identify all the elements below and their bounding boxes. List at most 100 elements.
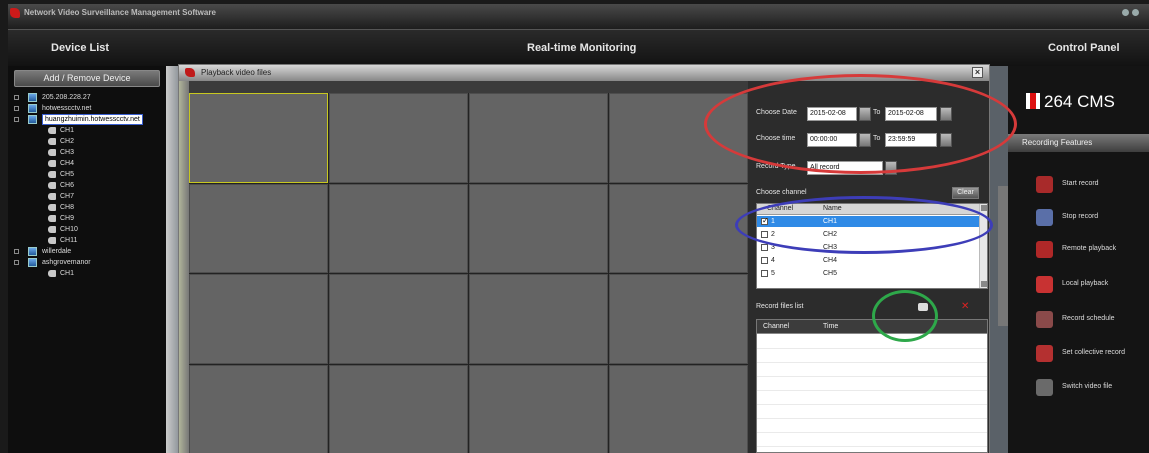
scroll-down-icon[interactable]: [981, 281, 987, 287]
cms-logo: 264 CMS: [1026, 92, 1115, 112]
tree-device-node[interactable]: ashgrovemanor: [12, 257, 166, 268]
feature-label: Stop record: [1062, 213, 1099, 220]
dialog-close-button[interactable]: ×: [972, 67, 983, 78]
video-cell[interactable]: [469, 93, 608, 183]
tree-channel-node[interactable]: CH3: [12, 147, 166, 158]
record-row-divider: [757, 390, 987, 391]
tree-channel-node[interactable]: CH9: [12, 213, 166, 224]
camera-icon: [48, 226, 56, 233]
channel-checkbox[interactable]: [761, 270, 768, 277]
record-row-divider: [757, 362, 987, 363]
clear-button[interactable]: Clear: [952, 187, 979, 199]
video-cell[interactable]: [469, 364, 608, 453]
device-icon: [28, 93, 37, 102]
scroll-up-icon[interactable]: [981, 205, 987, 211]
expand-toggle-icon[interactable]: [14, 95, 19, 100]
record-row-divider: [757, 418, 987, 419]
channel-name: CH5: [823, 270, 838, 277]
dialog-left-edge: [179, 81, 189, 453]
channel-row[interactable]: 5 CH5: [757, 268, 979, 279]
recording-features-header[interactable]: Recording Features: [1008, 134, 1149, 152]
device-tree: 205.208.228.27 hotwesscctv.net huangzhuimi…: [12, 92, 166, 279]
video-cell[interactable]: [329, 93, 468, 183]
video-cell[interactable]: [189, 93, 328, 183]
record-time-col-header[interactable]: Time: [823, 320, 838, 334]
video-cell[interactable]: [609, 183, 748, 273]
tree-channel-node[interactable]: CH2: [12, 136, 166, 147]
control-panel: 264 CMS Recording Features Start record S…: [1008, 66, 1149, 453]
video-cell[interactable]: [469, 183, 608, 273]
delete-icon[interactable]: ✕: [961, 301, 969, 312]
close-window-icon[interactable]: [1132, 9, 1139, 16]
feature-label: Remote playback: [1062, 245, 1117, 252]
device-icon: [28, 104, 37, 113]
tree-channel-node[interactable]: CH1: [12, 268, 166, 279]
tree-node-label: CH6: [60, 182, 75, 189]
tree-channel-node[interactable]: CH11: [12, 235, 166, 246]
tree-node-label: CH1: [60, 270, 75, 277]
video-cell[interactable]: [189, 183, 328, 273]
tree-node-label: huangzhuimin.hotwesscctv.net: [42, 114, 143, 125]
video-cell[interactable]: [609, 364, 748, 453]
tree-node-label: ashgrovemanor: [42, 259, 91, 266]
tree-channel-node[interactable]: CH4: [12, 158, 166, 169]
camera-icon: [48, 193, 56, 200]
minimize-icon[interactable]: [1122, 9, 1129, 16]
channel-checkbox[interactable]: [761, 257, 768, 264]
add-remove-device-button[interactable]: Add / Remove Device: [14, 70, 160, 87]
video-cell[interactable]: [189, 364, 328, 453]
blue-annotation-ellipse: [735, 196, 993, 254]
camera-icon: [48, 171, 56, 178]
tree-node-label: hotwesscctv.net: [42, 105, 92, 112]
video-cell[interactable]: [609, 274, 748, 364]
channel-number: 5: [771, 270, 775, 277]
collective-record-icon: [1036, 345, 1053, 362]
tree-node-label: CH7: [60, 193, 75, 200]
tree-channel-node[interactable]: CH10: [12, 224, 166, 235]
expand-toggle-icon[interactable]: [14, 117, 19, 122]
tree-channel-node[interactable]: CH5: [12, 169, 166, 180]
video-cell[interactable]: [329, 364, 468, 453]
tree-channel-node[interactable]: CH6: [12, 180, 166, 191]
channel-checkbox[interactable]: [761, 244, 768, 251]
video-cell[interactable]: [189, 274, 328, 364]
app-title: Network Video Surveillance Management So…: [24, 8, 216, 17]
camera-icon: [48, 215, 56, 222]
expand-toggle-icon[interactable]: [14, 249, 19, 254]
expand-toggle-icon[interactable]: [14, 106, 19, 111]
video-cell[interactable]: [329, 274, 468, 364]
tree-channel-node[interactable]: CH1: [12, 125, 166, 136]
tree-device-node[interactable]: hotwesscctv.net: [12, 103, 166, 114]
feature-label: Start record: [1062, 180, 1099, 187]
feature-label: Record schedule: [1062, 315, 1115, 322]
record-schedule-icon: [1036, 311, 1053, 328]
start-record-icon: [1036, 176, 1053, 193]
channel-row[interactable]: 4 CH4: [757, 255, 979, 266]
record-row-divider: [757, 432, 987, 433]
tab-realtime-monitoring[interactable]: Real-time Monitoring: [527, 42, 636, 54]
tree-channel-node[interactable]: CH8: [12, 202, 166, 213]
app-logo-icon: [10, 8, 20, 18]
window-titlebar: Network Video Surveillance Management So…: [8, 4, 1149, 30]
remote-playback-icon: [1036, 241, 1053, 258]
tree-device-node[interactable]: 205.208.228.27: [12, 92, 166, 103]
camera-icon: [48, 138, 56, 145]
camera-icon: [48, 149, 56, 156]
tree-channel-node[interactable]: CH7: [12, 191, 166, 202]
camera-icon: [48, 270, 56, 277]
tab-device-list[interactable]: Device List: [51, 42, 109, 54]
tab-control-panel[interactable]: Control Panel: [1048, 42, 1120, 54]
tree-device-node[interactable]: willerdale: [12, 246, 166, 257]
cms-logo-text: 264 CMS: [1044, 92, 1115, 111]
video-cell[interactable]: [469, 274, 608, 364]
device-icon: [28, 258, 37, 267]
video-cell[interactable]: [329, 183, 468, 273]
record-row-divider: [757, 348, 987, 349]
camera-icon: [48, 182, 56, 189]
tree-node-label: CH9: [60, 215, 75, 222]
record-row-divider: [757, 376, 987, 377]
record-channel-col-header[interactable]: Channel: [763, 320, 789, 334]
expand-toggle-icon[interactable]: [14, 260, 19, 265]
feature-label: Switch video file: [1062, 383, 1113, 390]
tree-device-node[interactable]: huangzhuimin.hotwesscctv.net: [12, 114, 166, 125]
